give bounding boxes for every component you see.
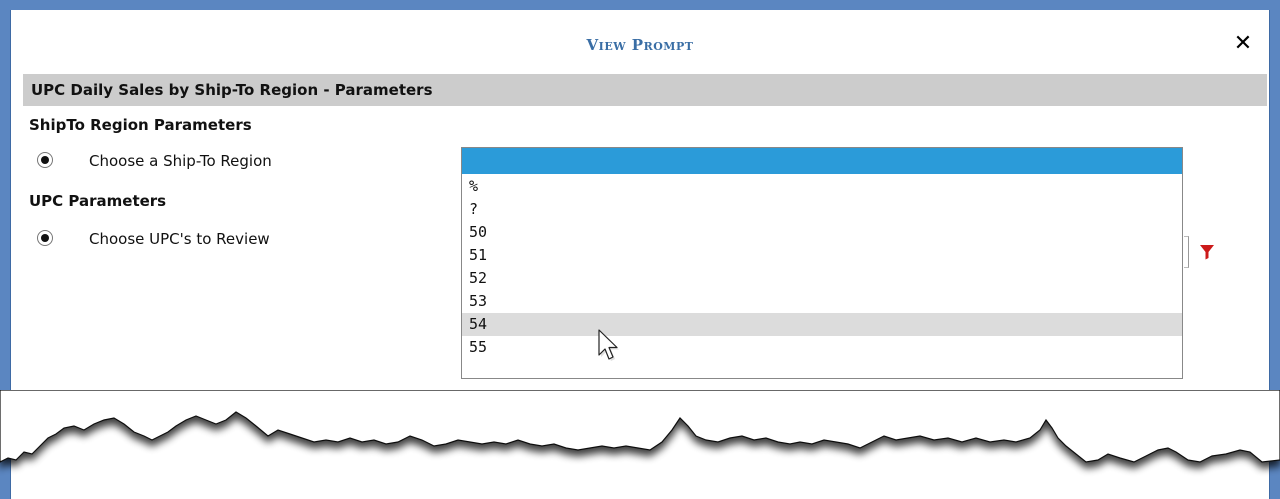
- radio-upc[interactable]: [37, 230, 53, 246]
- param-label-shipto: Choose a Ship-To Region: [89, 152, 272, 170]
- torn-paper-edge: [0, 390, 1280, 463]
- dropdown-option[interactable]: 55: [462, 336, 1182, 359]
- dropdown-option[interactable]: ?: [462, 198, 1182, 221]
- dialog-title-bar: View Prompt ✕: [11, 10, 1269, 72]
- dialog-title: View Prompt: [586, 36, 694, 54]
- dropdown-option[interactable]: 51: [462, 244, 1182, 267]
- dropdown-option[interactable]: %: [462, 175, 1182, 198]
- shipto-region-dropdown-list[interactable]: % ? 50 51 52 53 54 55: [461, 147, 1183, 379]
- dropdown-option[interactable]: 50: [462, 221, 1182, 244]
- dropdown-selected-row[interactable]: [462, 148, 1182, 174]
- radio-shipto-region[interactable]: [37, 152, 53, 168]
- filter-icon[interactable]: [1199, 244, 1215, 260]
- dropdown-option[interactable]: 53: [462, 290, 1182, 313]
- section-label-upc: UPC Parameters: [29, 192, 167, 210]
- mouse-pointer-icon: [596, 328, 622, 364]
- report-header: UPC Daily Sales by Ship-To Region - Para…: [23, 74, 1267, 106]
- upc-input-field[interactable]: [1184, 236, 1189, 268]
- close-icon[interactable]: ✕: [1231, 32, 1255, 56]
- section-label-shipto: ShipTo Region Parameters: [29, 116, 252, 134]
- param-label-upc: Choose UPC's to Review: [89, 230, 270, 248]
- dropdown-option-hovered[interactable]: 54: [462, 313, 1182, 336]
- dropdown-option[interactable]: 52: [462, 267, 1182, 290]
- report-header-title: UPC Daily Sales by Ship-To Region - Para…: [31, 81, 433, 99]
